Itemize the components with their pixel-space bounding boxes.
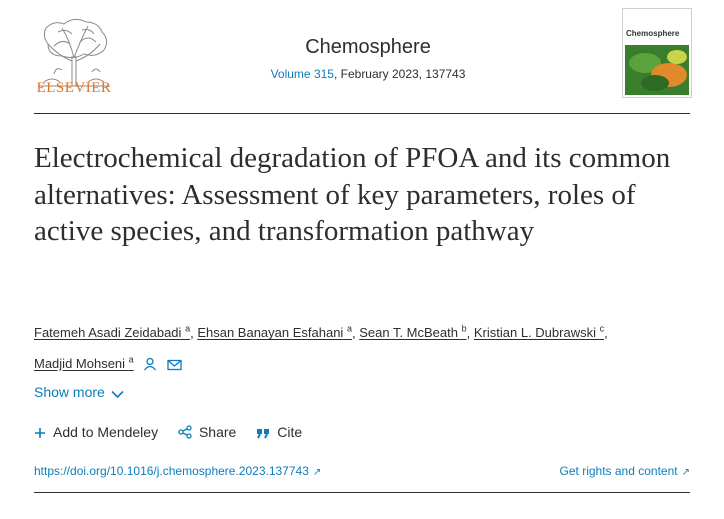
- add-to-mendeley-button[interactable]: Add to Mendeley: [34, 424, 158, 440]
- cover-image: [625, 45, 689, 95]
- cover-title: Chemosphere: [626, 29, 680, 38]
- cite-button[interactable]: Cite: [256, 424, 302, 440]
- show-more-label: Show more: [34, 384, 105, 400]
- share-button[interactable]: Share: [178, 424, 236, 440]
- journal-title[interactable]: Chemosphere: [200, 36, 536, 59]
- external-link-icon: ↗: [681, 467, 690, 478]
- show-more-button[interactable]: Show more: [34, 384, 124, 400]
- envelope-icon[interactable]: [167, 359, 182, 371]
- external-link-icon: ↗: [312, 467, 322, 478]
- article-actions: Add to Mendeley Share Cite: [34, 424, 318, 440]
- volume-date-article: , February 2023, 137743: [333, 67, 466, 81]
- plus-icon: [35, 428, 45, 438]
- person-icon[interactable]: [143, 357, 157, 371]
- author-link[interactable]: Madjid Mohseni a: [34, 354, 134, 370]
- doi-link[interactable]: https://doi.org/10.1016/j.chemosphere.20…: [34, 464, 321, 478]
- header-divider: [34, 113, 690, 114]
- volume-info: Volume 315, February 2023, 137743: [200, 67, 536, 81]
- article-header: ELSEVIER Chemosphere Volume 315, Februar…: [0, 0, 724, 113]
- author-link[interactable]: Fatemeh Asadi Zeidabadi a: [34, 324, 190, 340]
- author-link[interactable]: Ehsan Banayan Esfahani a: [197, 324, 352, 340]
- author-link[interactable]: Kristian L. Dubrawski c: [474, 324, 604, 340]
- author-list: Fatemeh Asadi Zeidabadi a, Ehsan Banayan…: [34, 324, 608, 371]
- volume-link[interactable]: Volume 315: [271, 67, 334, 81]
- share-icon: [178, 425, 192, 439]
- author-link[interactable]: Sean T. McBeath b: [359, 324, 466, 340]
- journal-cover-thumbnail[interactable]: Chemosphere: [622, 8, 692, 98]
- quote-icon: [257, 429, 270, 439]
- article-title: Electrochemical degradation of PFOA and …: [34, 142, 671, 247]
- get-rights-link[interactable]: Get rights and content ↗: [560, 464, 690, 478]
- elsevier-wordmark: ELSEVIER: [36, 80, 112, 96]
- chevron-down-icon: [111, 390, 124, 399]
- footer-divider: [34, 492, 690, 493]
